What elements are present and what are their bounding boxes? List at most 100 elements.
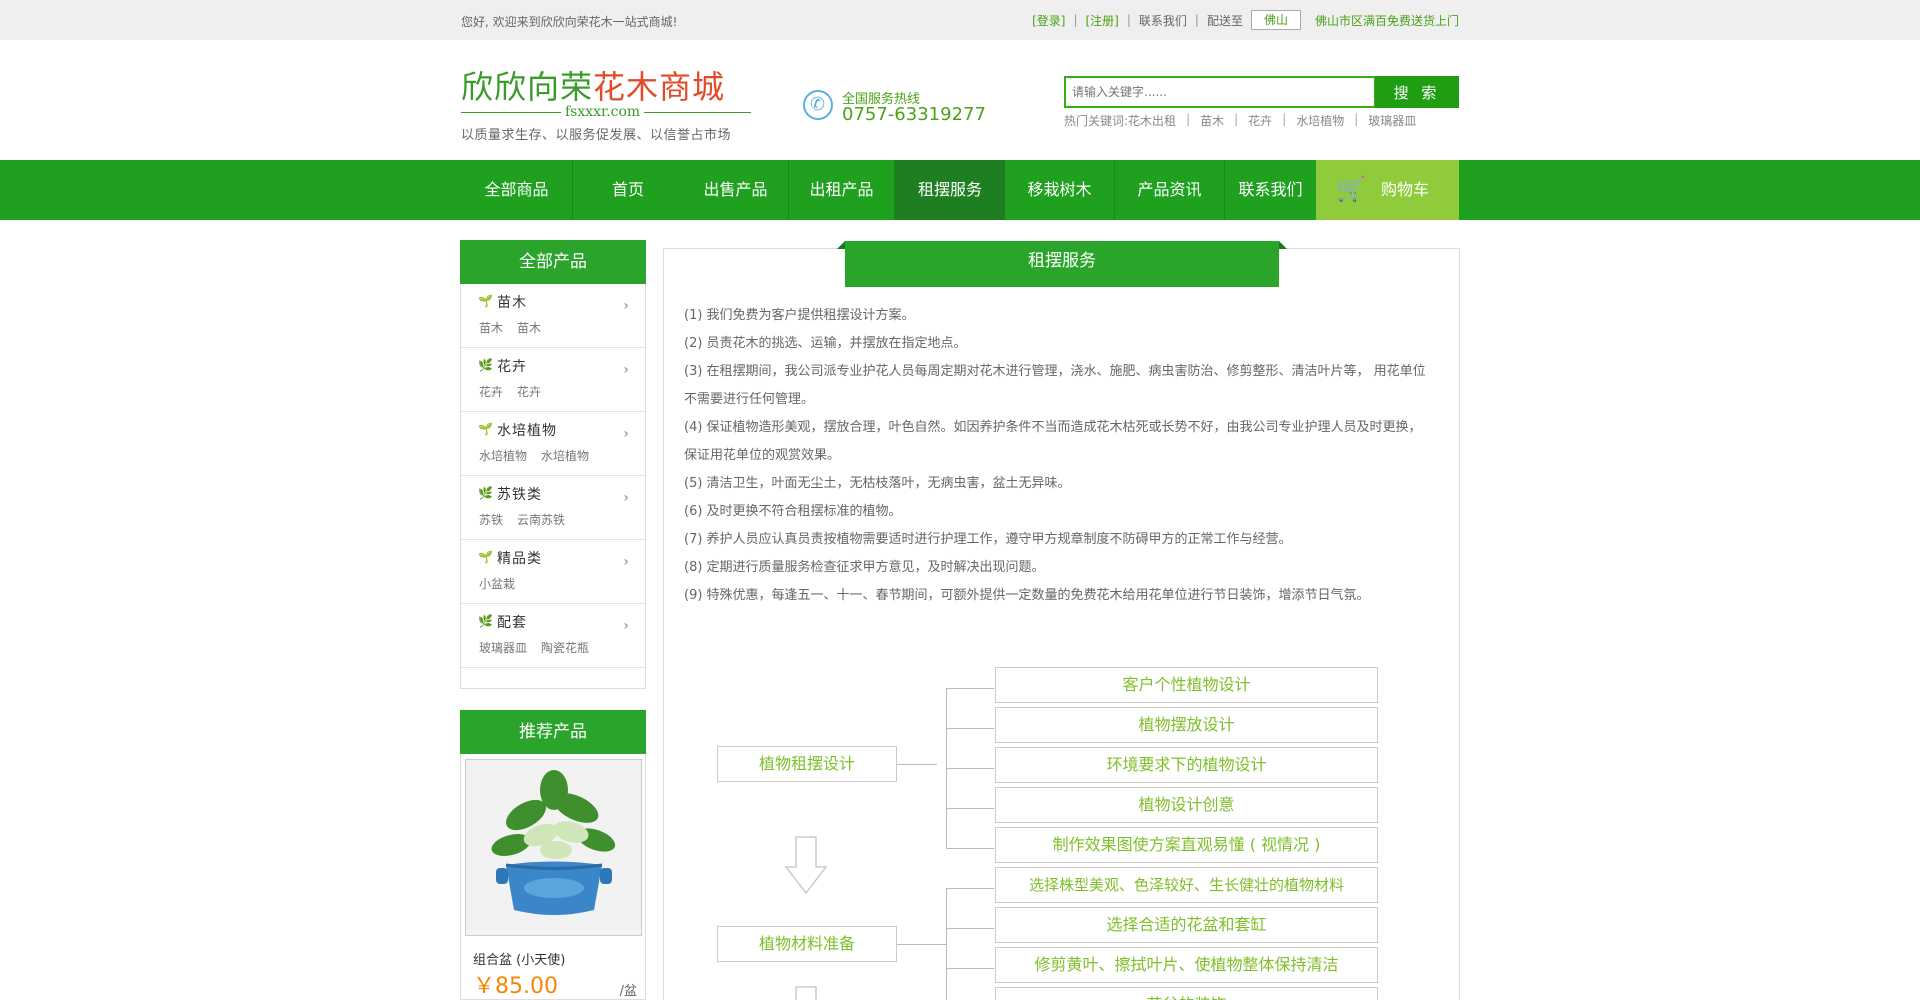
subcategory-link[interactable]: 云南苏铁 — [517, 513, 565, 527]
subcategory-link[interactable]: 苏铁 — [479, 513, 503, 527]
nav-rent-products[interactable]: 出租产品 — [789, 160, 895, 220]
contact-link[interactable]: 联系我们 — [1139, 12, 1187, 29]
flow-substep: 选择合适的花盆和套缸 — [995, 907, 1378, 943]
sprout-icon: 🌱 — [478, 550, 493, 564]
product-name[interactable]: 组合盆 (小天使) — [473, 949, 565, 968]
subcategory-link[interactable]: 花卉 — [517, 385, 541, 399]
sidebar-title: 全部产品 — [460, 240, 646, 284]
category-item[interactable]: 🌱 水培植物 › 水培植物 水培植物 — [461, 412, 645, 476]
nav-rental-service[interactable]: 租摆服务 — [895, 160, 1005, 220]
hot-keywords-label: 热门关键词: — [1064, 114, 1129, 128]
sprout-icon: 🌱 — [478, 294, 493, 308]
category-name: 花卉 — [497, 359, 527, 375]
flow-substep: 制作效果图使方案直观易懂 ( 视情况 ) — [995, 827, 1378, 863]
category-name: 水培植物 — [497, 423, 557, 439]
nav-sale-products[interactable]: 出售产品 — [683, 160, 789, 220]
hot-keyword[interactable]: 水培植物 — [1296, 112, 1344, 129]
header: 欣欣向荣花木商城 fsxxxr.com 以质量求生存、以服务促发展、以信誉占市场… — [461, 40, 1459, 160]
product-image[interactable] — [465, 759, 642, 936]
search-bar: 搜 索 — [1064, 76, 1459, 108]
category-name: 配套 — [497, 615, 527, 631]
logo-slogan: 以质量求生存、以服务促发展、以信誉占市场 — [461, 128, 732, 143]
shopping-cart-icon: 🛒 — [1336, 175, 1366, 203]
cart-label: 购物车 — [1381, 180, 1430, 199]
subcategory-link[interactable]: 玻璃器皿 — [479, 641, 527, 655]
grass-icon: 🌿 — [478, 614, 493, 628]
service-item: (7) 养护人员应认真员责按植物需要适时进行护理工作，遵守甲方规章制度不防碍甲方… — [684, 532, 1292, 547]
down-arrow-icon — [784, 836, 828, 895]
service-item: (3) 在租摆期间，我公司派专业护花人员每周定期对花木进行管理，浇水、施肥、病虫… — [684, 364, 1426, 407]
subcategory-link[interactable]: 小盆栽 — [479, 577, 515, 591]
service-item: (4) 保证植物造形美观，摆放合理，叶色自然。如因养护条件不当而造成花木枯死或长… — [684, 420, 1422, 463]
flow-substep: 修剪黄叶、擦拭叶片、使植物整体保持清洁 — [995, 947, 1378, 983]
down-arrow-icon — [795, 986, 817, 1000]
subcategory-link[interactable]: 水培植物 — [479, 449, 527, 463]
category-item[interactable]: 🌿 苏铁类 › 苏铁 云南苏铁 — [461, 476, 645, 540]
site-logo[interactable]: 欣欣向荣花木商城 fsxxxr.com 以质量求生存、以服务促发展、以信誉占市场 — [461, 68, 751, 148]
search-input[interactable] — [1064, 76, 1376, 108]
login-link[interactable]: [登录] — [1032, 12, 1065, 29]
category-item[interactable]: 🌿 配套 › 玻璃器皿 陶瓷花瓶 — [461, 604, 645, 668]
product-unit: /盆 — [619, 984, 637, 999]
subcategory-link[interactable]: 水培植物 — [541, 449, 589, 463]
main-content: 租摆服务 (1) 我们免费为客户提供租摆设计方案。 (2) 员责花木的挑选、运输… — [663, 241, 1460, 1000]
flow-substep: 植物摆放设计 — [995, 707, 1378, 743]
nav-home[interactable]: 首页 — [573, 160, 683, 220]
flow-substep: 植物设计创意 — [995, 787, 1378, 823]
chevron-right-icon: › — [623, 490, 629, 506]
top-links: [登录] | [注册] | 联系我们 | 配送至 佛山 佛山市区满百免费送货上门 — [1032, 10, 1459, 30]
subcategory-link[interactable]: 苗木 — [479, 321, 503, 335]
chevron-right-icon: › — [623, 362, 629, 378]
flow-substep: 客户个性植物设计 — [995, 667, 1378, 703]
category-item[interactable]: 🌱 苗木 › 苗木 苗木 — [461, 284, 645, 348]
category-list: 🌱 苗木 › 苗木 苗木 🌿 花卉 › 花卉 花卉 🌱 水培植物 › 水培植物 水培植… — [460, 284, 646, 689]
category-name: 苗木 — [497, 295, 527, 311]
subcategory-link[interactable]: 苗木 — [517, 321, 541, 335]
service-item: (2) 员责花木的挑选、运输，并摆放在指定地点。 — [684, 336, 967, 351]
flow-substep: 选择株型美观、色泽较好、生长健壮的植物材料 — [995, 867, 1378, 903]
category-item[interactable]: 🌿 花卉 › 花卉 花卉 — [461, 348, 645, 412]
flow-substep: 环境要求下的植物设计 — [995, 747, 1378, 783]
register-link[interactable]: [注册] — [1085, 12, 1118, 29]
hot-keyword[interactable]: 花木出租 — [1128, 112, 1176, 129]
service-description: (1) 我们免费为客户提供租摆设计方案。 (2) 员责花木的挑选、运输，并摆放在… — [684, 302, 1432, 610]
hotline-number: 0757-63319277 — [842, 104, 986, 125]
city-selector[interactable]: 佛山 — [1250, 10, 1301, 30]
subcategory-link[interactable]: 陶瓷花瓶 — [541, 641, 589, 655]
service-item: (9) 特殊优惠，每逢五一、十一、春节期间，可额外提供一定数量的免费花木给用花单… — [684, 588, 1370, 603]
welcome-text: 您好, 欢迎来到欣欣向荣花木一站式商城! — [461, 15, 678, 29]
service-item: (8) 定期进行质量服务检查征求甲方意见，及时解决出现问题。 — [684, 560, 1045, 575]
logo-text-red: 花木商城 — [593, 68, 726, 106]
flow-substep: 花盆的装饰 — [995, 987, 1378, 1000]
recommended-products: 推荐产品 组合盆 (小天使) ￥85.00 /盆 — [460, 710, 646, 1000]
page-title: 租摆服务 — [837, 241, 1287, 287]
recommended-title: 推荐产品 — [460, 710, 646, 754]
potted-plant-image — [466, 760, 641, 935]
hot-keyword[interactable]: 玻璃器皿 — [1368, 112, 1416, 129]
service-item: (1) 我们免费为客户提供租摆设计方案。 — [684, 308, 915, 323]
main-nav: 全部商品 首页 出售产品 出租产品 租摆服务 移栽树木 产品资讯 联系我们 🛒 … — [0, 160, 1920, 220]
nav-contact-us[interactable]: 联系我们 — [1225, 160, 1316, 220]
nav-all-products[interactable]: 全部商品 — [461, 160, 573, 220]
grass-icon: 🌿 — [478, 486, 493, 500]
category-name: 苏铁类 — [497, 487, 542, 503]
sprout-icon: 🌱 — [478, 422, 493, 436]
search-button[interactable]: 搜 索 — [1375, 76, 1459, 108]
category-name: 精品类 — [497, 551, 542, 567]
chevron-right-icon: › — [623, 618, 629, 634]
flow-step-materials: 植物材料准备 — [717, 926, 897, 962]
top-bar: 您好, 欢迎来到欣欣向荣花木一站式商城! [登录] | [注册] | 联系我们 … — [0, 0, 1920, 40]
nav-product-news[interactable]: 产品资讯 — [1115, 160, 1225, 220]
service-item: (5) 清洁卫生，叶面无尘土，无枯枝落叶，无病虫害，盆土无异味。 — [684, 476, 1071, 491]
nav-cart-button[interactable]: 🛒 购物车 — [1316, 160, 1459, 220]
hot-keyword[interactable]: 苗木 — [1200, 112, 1224, 129]
nav-transplant-trees[interactable]: 移栽树木 — [1005, 160, 1115, 220]
logo-domain: fsxxxr.com — [561, 104, 645, 120]
category-item[interactable]: 🌱 精品类 › 小盆栽 — [461, 540, 645, 604]
hot-keyword[interactable]: 花卉 — [1248, 112, 1272, 129]
subcategory-link[interactable]: 花卉 — [479, 385, 503, 399]
deliver-to-label: 配送至 — [1206, 13, 1243, 28]
phone-icon — [803, 90, 833, 120]
chevron-right-icon: › — [623, 554, 629, 570]
service-item: (6) 及时更换不符合租摆标准的植物。 — [684, 504, 902, 519]
